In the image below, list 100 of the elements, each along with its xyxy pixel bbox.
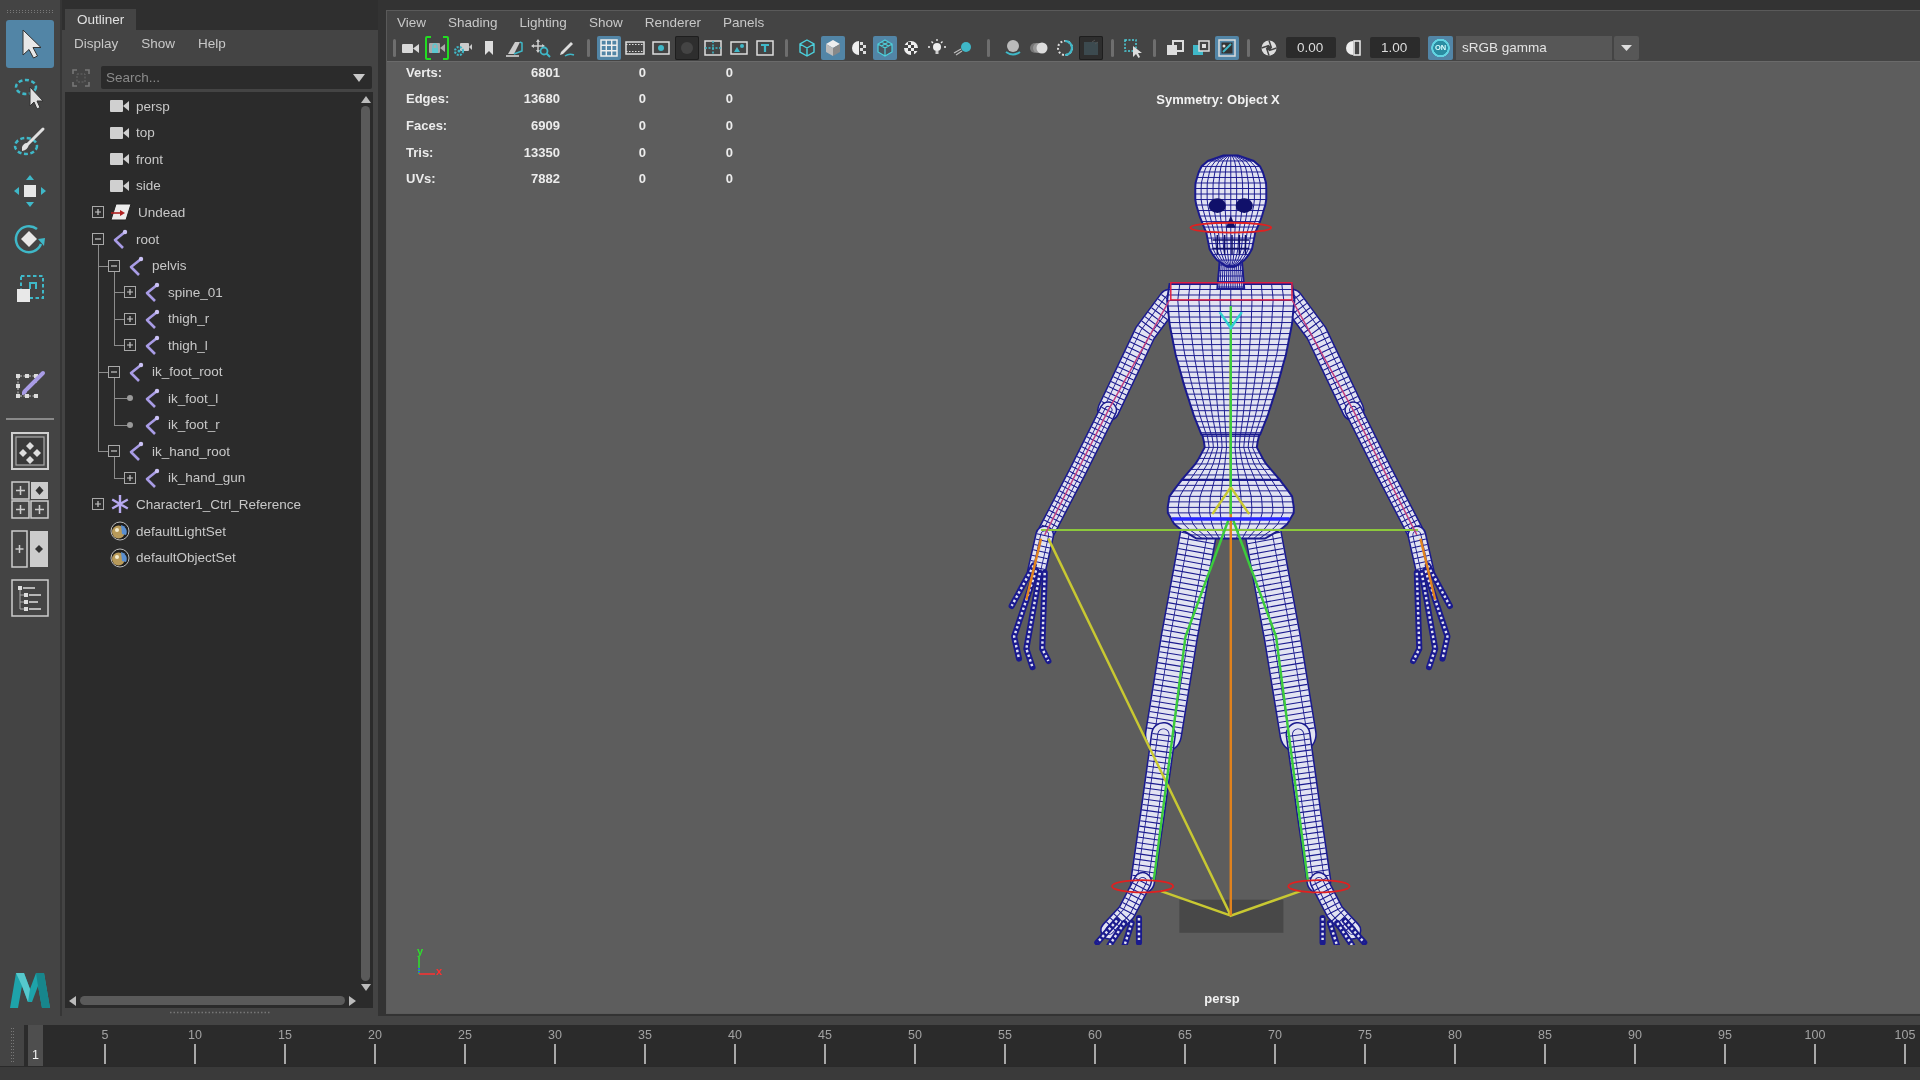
menu-item[interactable]: Panels (722, 15, 765, 30)
frame-number: 80 (1448, 1027, 1462, 1044)
tick-mark (1814, 1044, 1816, 1064)
outliner-item[interactable]: spine_01 (142, 281, 227, 304)
drag-handle-icon[interactable] (6, 9, 54, 14)
frame-number: 105 (1894, 1027, 1916, 1044)
overlapping-squares-icon (1191, 37, 1211, 58)
minus-box-icon[interactable] (92, 233, 104, 245)
hud-label: Verts: (406, 64, 444, 80)
dashed-square-cursor-icon (1123, 37, 1143, 58)
scrollbar-thumb[interactable] (80, 996, 345, 1005)
toolbar-button[interactable] (597, 35, 621, 60)
tick-mark (1904, 1044, 1906, 1064)
sphere-icon (110, 547, 130, 568)
outliner-tab[interactable]: Outliner (65, 9, 137, 30)
outliner-item[interactable]: pelvis (126, 254, 191, 277)
outliner-item[interactable]: ik_hand_root (126, 440, 235, 463)
scroll-down-arrow-icon[interactable] (360, 984, 371, 991)
camera-name-label: persp (1204, 991, 1240, 1006)
frame-number: 25 (458, 1027, 472, 1044)
minus-box-icon[interactable] (108, 445, 120, 458)
outliner-item[interactable]: ik_foot_r (142, 413, 224, 436)
parallelogram-arrow-icon (110, 203, 132, 222)
frame-number: 30 (548, 1027, 562, 1044)
menu-item[interactable]: Help (198, 35, 226, 51)
frame-number: 40 (728, 1027, 742, 1044)
outliner-item[interactable]: defaultLightSet (110, 520, 231, 542)
exposure-field[interactable]: 0.00 (1286, 37, 1336, 58)
tick-mark (1724, 1044, 1726, 1064)
outliner-item[interactable]: front (110, 148, 167, 171)
single-view-layout-icon[interactable] (11, 432, 49, 470)
menu-item[interactable]: Renderer (644, 15, 701, 30)
two-pane-layout-icon[interactable] (11, 530, 49, 568)
drag-handle-icon[interactable] (9, 1027, 15, 1064)
aperture-icon[interactable] (1259, 37, 1279, 58)
plus-box-icon[interactable] (92, 498, 104, 511)
menu-item[interactable]: Lighting (519, 15, 567, 30)
caret-icon[interactable] (353, 74, 365, 82)
view-transform-dropdown[interactable]: sRGB gamma (1456, 35, 1612, 60)
toolbar-button[interactable] (821, 35, 845, 60)
outliner-item[interactable]: thigh_r (142, 307, 214, 330)
plus-box-icon[interactable] (124, 471, 136, 484)
outliner-item[interactable]: thigh_l (142, 334, 212, 357)
plus-box-icon[interactable] (124, 286, 136, 299)
scroll-right-arrow-icon[interactable] (349, 995, 356, 1006)
asterisk-icon (110, 494, 130, 515)
scroll-up-arrow-icon[interactable] (360, 96, 371, 103)
hud-value: 0 (637, 171, 646, 187)
half-circle-icon[interactable] (1343, 37, 1363, 58)
tick-mark (824, 1044, 826, 1064)
menu-item[interactable]: Show (588, 15, 623, 30)
toolbar-button[interactable] (425, 35, 449, 60)
hud-label: Tris: (406, 144, 435, 160)
time-slider[interactable]: 5 10 15 20 25 30 35 40 45 50 55 60 65 70 75 80 85 90 95 100 105 1 (24, 1025, 1920, 1066)
toolbar-button[interactable] (873, 35, 897, 60)
menu-item[interactable]: Show (141, 35, 176, 51)
symmetry-label: Symmetry: Object X (1156, 92, 1280, 107)
frame-number: 75 (1358, 1027, 1372, 1044)
drag-handle-icon[interactable] (170, 1010, 270, 1014)
outliner-item[interactable]: persp (110, 95, 174, 118)
hud-value: 0 (637, 118, 646, 133)
menu-item[interactable]: Display (74, 35, 119, 51)
menu-item[interactable]: Shading (448, 15, 498, 30)
frame-number: 70 (1268, 1027, 1282, 1044)
outliner-layout-icon[interactable] (11, 579, 49, 617)
plus-box-icon[interactable] (124, 339, 136, 352)
search-field[interactable]: Search... (101, 66, 372, 89)
scrollbar-thumb[interactable] (361, 106, 370, 981)
outliner-item[interactable]: Undead (110, 201, 190, 224)
plus-box-icon[interactable] (92, 206, 104, 219)
hud-value: 0 (637, 91, 646, 107)
frame-number: 90 (1628, 1027, 1642, 1044)
tool-button[interactable] (6, 20, 54, 68)
current-frame-indicator[interactable]: 1 (28, 1025, 43, 1066)
outliner-item[interactable]: root (110, 228, 164, 250)
minus-box-icon[interactable] (108, 259, 120, 272)
minus-box-icon[interactable] (108, 365, 120, 378)
scroll-left-arrow-icon[interactable] (69, 995, 76, 1006)
outliner-item[interactable]: ik_hand_gun (142, 466, 250, 489)
outliner-item[interactable]: ik_foot_l (142, 387, 223, 410)
tick-mark (914, 1044, 916, 1064)
grid-icon (599, 37, 619, 58)
toolbar-button[interactable] (1215, 35, 1239, 60)
tick-mark (734, 1044, 736, 1064)
frame-number: 60 (1088, 1027, 1102, 1044)
outliner-item[interactable]: side (110, 174, 165, 197)
hud-label: UVs: (406, 171, 437, 187)
four-view-layout-icon[interactable] (11, 481, 49, 519)
tick-mark (554, 1044, 556, 1064)
camera-icon (110, 178, 130, 193)
menu-item[interactable]: View (397, 15, 427, 30)
outliner-item[interactable]: Character1_Ctrl_Reference (110, 493, 306, 516)
outliner-item[interactable]: top (110, 121, 159, 144)
tick-mark (1544, 1044, 1546, 1064)
gamma-field[interactable]: 1.00 (1370, 37, 1420, 58)
hud-value: 0 (724, 64, 733, 80)
move-arrows-icon (12, 173, 48, 209)
outliner-item[interactable]: ik_foot_root (126, 360, 227, 383)
plus-box-icon[interactable] (124, 312, 136, 325)
outliner-item[interactable]: defaultObjectSet (110, 546, 240, 569)
